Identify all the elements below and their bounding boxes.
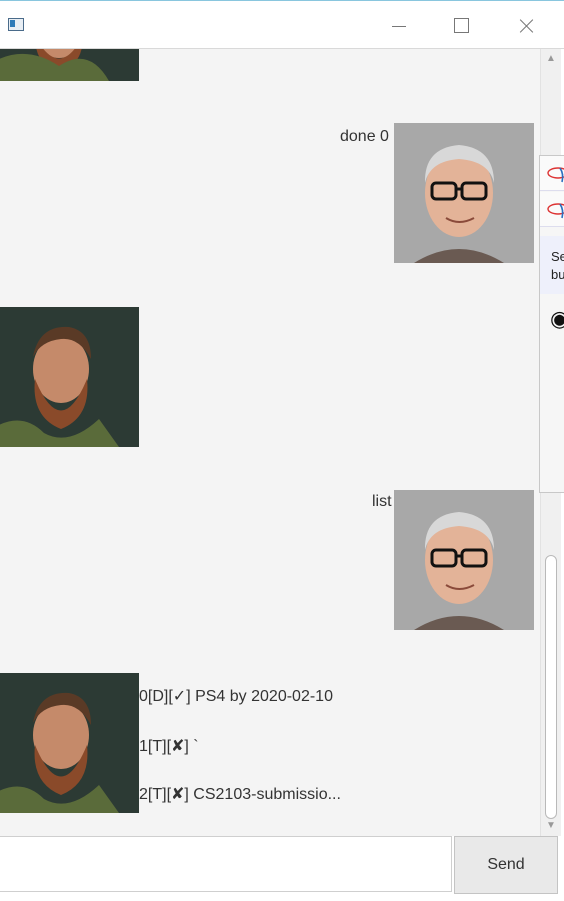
minimize-icon[interactable]	[382, 10, 416, 40]
user-message-text: list	[372, 493, 392, 510]
scroll-up-icon[interactable]: ▲	[541, 51, 561, 67]
user-input[interactable]	[0, 836, 452, 892]
user-message-text: done 0	[340, 128, 389, 145]
popup-item-icon	[547, 167, 564, 183]
send-button[interactable]: Send	[454, 836, 558, 894]
scroll-down-icon[interactable]: ▼	[541, 818, 561, 834]
task-line: 2[T][✘] CS2103-submissio...	[139, 786, 341, 803]
dialog-container: done 0 list 0[D][✓] PS4 by 2020-02-10 1[…	[0, 49, 540, 836]
popup-circle-icon: ◉	[550, 306, 564, 332]
popup-text-line: Se	[551, 249, 564, 264]
scroll-thumb[interactable]	[545, 555, 557, 819]
popup-row[interactable]	[540, 192, 564, 227]
task-line: 0[D][✓] PS4 by 2020-02-10	[139, 688, 333, 705]
maximize-icon[interactable]	[445, 10, 479, 40]
popup-item-icon	[547, 203, 564, 219]
bot-avatar	[0, 307, 139, 447]
bot-avatar	[0, 49, 139, 81]
overlay-popup: Se bu ◉	[539, 155, 564, 493]
title-accent-line	[0, 0, 564, 1]
title-bar	[0, 0, 564, 49]
popup-text: Se bu	[551, 248, 564, 284]
user-avatar	[394, 490, 534, 630]
bot-avatar	[0, 673, 139, 813]
task-line: 1[T][✘] `	[139, 738, 199, 755]
app-icon	[8, 18, 24, 31]
popup-text-line: bu	[551, 267, 564, 282]
close-icon[interactable]	[510, 10, 544, 40]
bottom-edge	[0, 894, 564, 901]
user-avatar	[394, 123, 534, 263]
popup-row[interactable]	[540, 156, 564, 191]
